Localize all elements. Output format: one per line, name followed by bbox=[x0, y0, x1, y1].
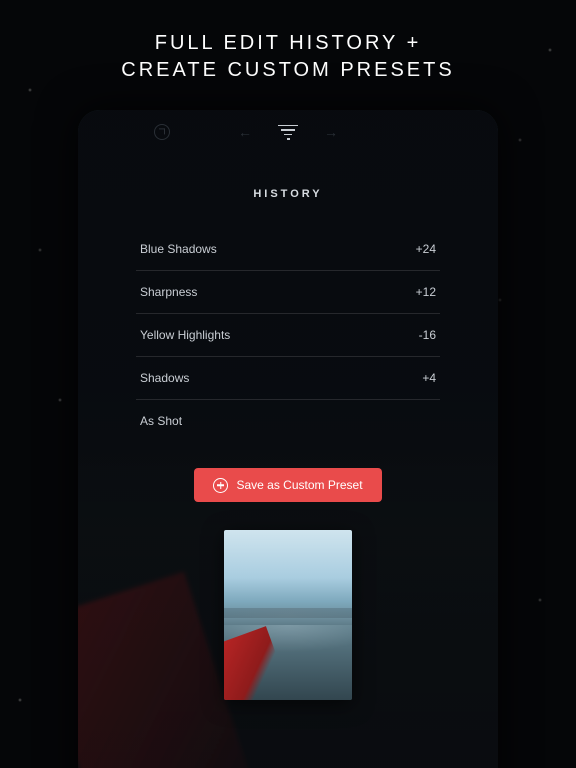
history-row-label: As Shot bbox=[140, 414, 182, 428]
thumbnail-water-region bbox=[224, 625, 352, 700]
history-row-value: -16 bbox=[419, 328, 436, 342]
history-row[interactable]: Blue Shadows +24 bbox=[136, 228, 440, 271]
history-row[interactable]: As Shot bbox=[136, 400, 440, 442]
headline-line-1: FULL EDIT HISTORY + bbox=[0, 30, 576, 57]
adjustments-icon[interactable] bbox=[278, 125, 298, 140]
history-section-title: HISTORY bbox=[78, 188, 498, 200]
device-frame: ← → HISTORY Blue Shadows +24 Sharpness +… bbox=[78, 110, 498, 768]
undo-arrow-icon[interactable]: ← bbox=[238, 124, 252, 140]
marketing-headline: FULL EDIT HISTORY + CREATE CUSTOM PRESET… bbox=[0, 30, 576, 84]
top-toolbar: ← → bbox=[78, 110, 498, 154]
history-row-label: Shadows bbox=[140, 371, 189, 385]
history-row[interactable]: Shadows +4 bbox=[136, 357, 440, 400]
history-row-value: +12 bbox=[416, 285, 436, 299]
history-list: Blue Shadows +24 Sharpness +12 Yellow Hi… bbox=[136, 228, 440, 442]
history-row-label: Sharpness bbox=[140, 285, 197, 299]
history-row-label: Blue Shadows bbox=[140, 242, 217, 256]
history-row[interactable]: Sharpness +12 bbox=[136, 271, 440, 314]
timer-icon[interactable] bbox=[154, 124, 170, 140]
history-row-label: Yellow Highlights bbox=[140, 328, 230, 342]
preview-thumbnail[interactable] bbox=[224, 530, 352, 700]
headline-line-2: CREATE CUSTOM PRESETS bbox=[0, 57, 576, 84]
history-row[interactable]: Yellow Highlights -16 bbox=[136, 314, 440, 357]
history-row-value: +24 bbox=[416, 242, 436, 256]
history-row-value: +4 bbox=[422, 371, 436, 385]
plus-circle-icon bbox=[213, 478, 228, 493]
save-button-label: Save as Custom Preset bbox=[236, 478, 362, 492]
save-custom-preset-button[interactable]: Save as Custom Preset bbox=[194, 468, 382, 502]
redo-arrow-icon[interactable]: → bbox=[324, 124, 338, 140]
